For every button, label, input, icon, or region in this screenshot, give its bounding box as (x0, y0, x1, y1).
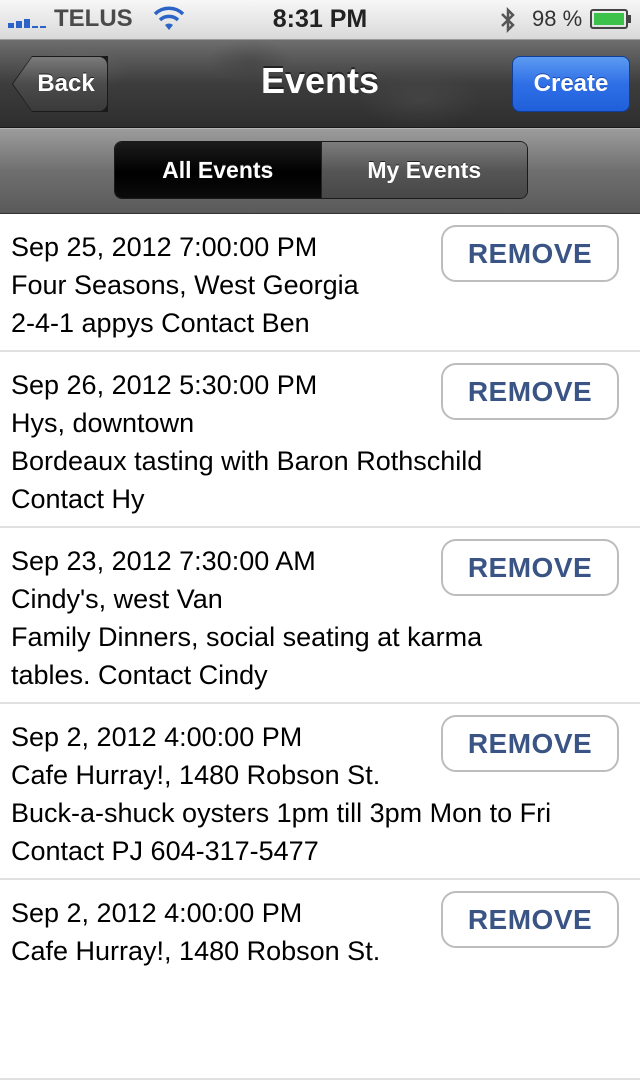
back-button-label: Back (13, 57, 107, 111)
filter-toolbar: All Events My Events (0, 128, 640, 214)
list-item[interactable]: Sep 26, 2012 5:30:00 PM Hys, downtown Bord… (0, 352, 640, 528)
battery-icon (590, 9, 631, 29)
remove-button[interactable]: REMOVE (441, 891, 619, 948)
remove-button[interactable]: REMOVE (441, 539, 619, 596)
page-title: Events (260, 60, 380, 101)
tab-all-events[interactable]: All Events (115, 142, 322, 198)
list-item[interactable]: Sep 25, 2012 7:00:00 PM Four Seasons, Wes… (0, 214, 640, 352)
navigation-bar: Back Events Create (0, 40, 640, 128)
status-bar: TELUS 8:31 PM 98 % (0, 0, 640, 40)
battery-percent: 98 % (532, 6, 583, 31)
list-item[interactable]: Sep 2, 2012 4:00:00 PM Cafe Hurray!, 1480… (0, 880, 640, 1080)
event-details: Contact Hy (11, 484, 145, 514)
remove-button[interactable]: REMOVE (441, 363, 619, 420)
event-list: Sep 25, 2012 7:00:00 PM Four Seasons, Wes… (0, 214, 640, 1080)
events-segmented-control: All Events My Events (114, 141, 528, 199)
list-item[interactable]: Sep 2, 2012 4:00:00 PM Cafe Hurray!, 1480… (0, 704, 640, 880)
list-item[interactable]: Sep 23, 2012 7:30:00 AM Cindy's, west Van… (0, 528, 640, 704)
remove-button[interactable]: REMOVE (441, 225, 619, 282)
remove-button[interactable]: REMOVE (441, 715, 619, 772)
event-details: Contact PJ 604-317-5477 (11, 836, 319, 866)
tab-my-events[interactable]: My Events (321, 142, 527, 198)
event-details: tables. Contact Cindy (11, 660, 268, 690)
event-details: Bordeaux tasting with Baron Rothschild (11, 446, 483, 476)
create-button[interactable]: Create (512, 56, 630, 112)
event-details: 2-4-1 appys Contact Ben (11, 308, 310, 338)
bluetooth-icon (501, 6, 515, 34)
back-button[interactable]: Back (12, 56, 108, 112)
event-details: Family Dinners, social seating at karma (11, 622, 483, 652)
event-details: Buck-a-shuck oysters 1pm till 3pm Mon to… (11, 798, 552, 828)
